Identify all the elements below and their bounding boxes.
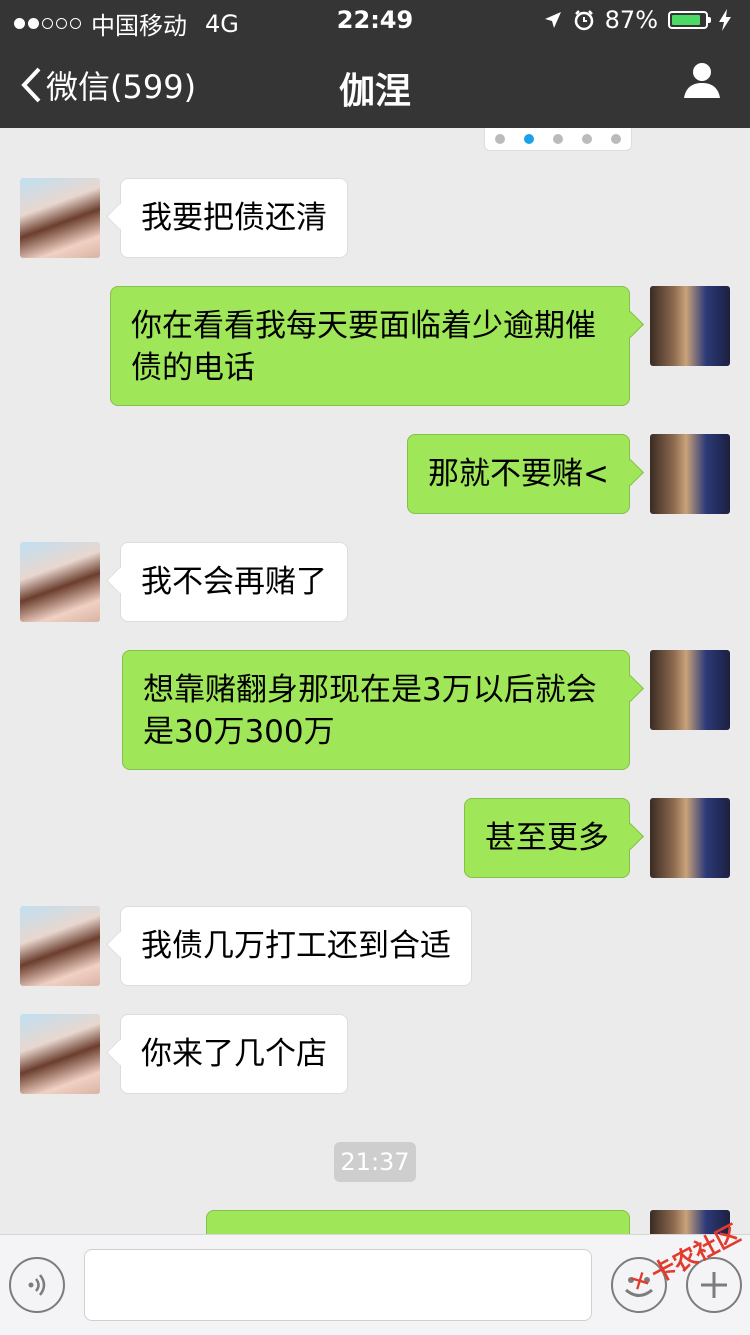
charging-bolt-icon [719,9,731,31]
tab-dot-icon [494,134,505,144]
sent-bubble[interactable] [206,1210,630,1234]
sent-bubble[interactable]: 那就不要赌< [407,434,630,514]
alarm-icon [574,10,593,31]
contact-avatar[interactable] [20,1014,100,1094]
received-bubble[interactable]: 你来了几个店 [120,1014,348,1094]
sent-bubble[interactable]: 想靠赌翻身那现在是3万以后就会是30万300万 [122,650,630,770]
tab-dot-icon [582,134,593,144]
sent-bubble[interactable]: 你在看看我每天要面临着少逾期催债的电话 [110,286,630,406]
my-avatar[interactable] [650,798,730,878]
my-avatar[interactable] [650,434,730,514]
sent-bubble[interactable]: 甚至更多 [464,798,630,878]
profile-button[interactable] [682,60,722,104]
location-arrow-icon [544,12,561,28]
embedded-screenshot-fragment [484,128,632,151]
nav-bar: 微信(599) 伽涅 [0,40,750,128]
tab-dot-icon [523,134,534,144]
tab-dot-icon [552,134,563,144]
chat-area[interactable]: 我要把债还清 你在看看我每天要面临着少逾期催债的电话 那就不要赌< 我不会再赌了… [0,128,750,1234]
battery-percent: 87% [604,6,658,34]
received-bubble[interactable]: 我不会再赌了 [120,542,348,622]
plus-icon [701,1272,727,1298]
contact-avatar[interactable] [20,542,100,622]
message-input[interactable] [84,1249,592,1321]
contact-avatar[interactable] [20,906,100,986]
my-avatar[interactable] [650,286,730,366]
timestamp-badge: 21:37 [334,1142,416,1182]
battery-icon [668,11,711,29]
chat-title: 伽涅 [338,71,411,112]
my-avatar[interactable] [650,650,730,730]
voice-icon [28,1274,46,1296]
received-bubble[interactable]: 我债几万打工还到合适 [120,906,472,986]
voice-button[interactable] [9,1257,65,1313]
contact-avatar[interactable] [20,178,100,258]
person-icon [684,63,720,98]
status-bar: 中国移动 4G 22:49 87% [0,0,750,40]
received-bubble[interactable]: 我要把债还清 [120,178,348,258]
status-right: 87% [543,6,732,34]
tab-dot-icon [611,134,622,144]
